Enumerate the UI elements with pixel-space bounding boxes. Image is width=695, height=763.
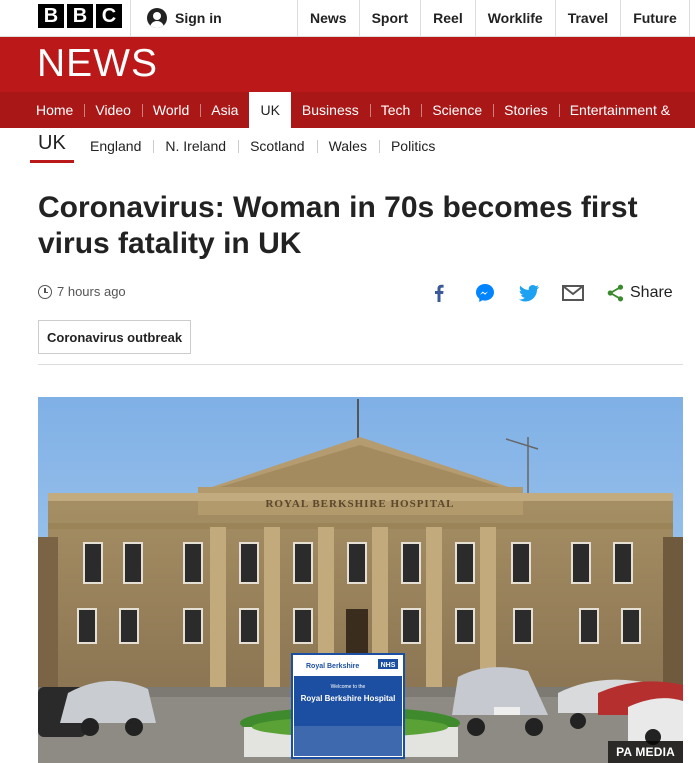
bbc-logo-letter: C bbox=[96, 4, 122, 28]
global-nav-news[interactable]: News bbox=[297, 0, 359, 36]
email-icon[interactable] bbox=[562, 282, 584, 304]
global-nav-more[interactable]: M bbox=[688, 0, 695, 36]
divider bbox=[38, 364, 683, 365]
article-timestamp: 7 hours ago bbox=[57, 284, 126, 299]
twitter-icon[interactable] bbox=[518, 282, 540, 304]
section-nav-home[interactable]: Home bbox=[25, 92, 84, 128]
subnav-wales[interactable]: Wales bbox=[316, 138, 379, 154]
global-header: B B C Sign in News Sport Reel Worklife T… bbox=[0, 0, 695, 37]
subnav-current[interactable]: UK bbox=[30, 132, 74, 163]
article-headline: Coronavirus: Woman in 70s becomes first … bbox=[38, 191, 638, 260]
section-nav-tech[interactable]: Tech bbox=[369, 92, 422, 128]
section-nav-business[interactable]: Business bbox=[291, 92, 370, 128]
facebook-icon[interactable] bbox=[430, 282, 448, 304]
messenger-icon[interactable] bbox=[474, 282, 496, 304]
hero-image: ROYAL BERKSHIRE HOSPITAL Royal Berkshire… bbox=[38, 397, 683, 763]
article-meta: 7 hours ago bbox=[38, 284, 126, 299]
bbc-logo-letter: B bbox=[38, 4, 64, 28]
section-nav-science[interactable]: Science bbox=[421, 92, 493, 128]
section-nav-stories[interactable]: Stories bbox=[493, 92, 559, 128]
signin-label: Sign in bbox=[175, 10, 222, 26]
nhs-badge: NHS bbox=[381, 662, 396, 669]
clock-icon bbox=[38, 284, 52, 299]
share-icon[interactable] bbox=[606, 282, 624, 304]
global-nav-worklife[interactable]: Worklife bbox=[474, 0, 555, 36]
subnav-england[interactable]: England bbox=[78, 138, 153, 154]
sign-title: Royal Berkshire Hospital bbox=[301, 694, 396, 703]
subnav-scotland[interactable]: Scotland bbox=[238, 138, 316, 154]
sub-nav: UK England N. Ireland Scotland Wales Pol… bbox=[0, 128, 695, 164]
image-credit: PA MEDIA bbox=[608, 741, 683, 763]
account-icon bbox=[147, 8, 167, 28]
sign-header: Royal Berkshire bbox=[306, 663, 359, 670]
section-nav-video[interactable]: Video bbox=[84, 92, 142, 128]
subnav-n-ireland[interactable]: N. Ireland bbox=[153, 138, 238, 154]
section-nav-world[interactable]: World bbox=[141, 92, 200, 128]
share-label[interactable]: Share bbox=[630, 284, 673, 302]
global-nav: News Sport Reel Worklife Travel Future M bbox=[297, 0, 695, 36]
global-nav-reel[interactable]: Reel bbox=[420, 0, 475, 36]
bbc-logo[interactable]: B B C bbox=[38, 4, 122, 28]
signin-button[interactable]: Sign in bbox=[130, 0, 297, 36]
topic-tag[interactable]: Coronavirus outbreak bbox=[38, 320, 192, 354]
subnav-politics[interactable]: Politics bbox=[378, 138, 447, 154]
bbc-logo-letter: B bbox=[67, 4, 93, 28]
section-nav-entertainment[interactable]: Entertainment & bbox=[558, 92, 681, 128]
news-banner: NEWS bbox=[0, 37, 695, 92]
section-nav-asia[interactable]: Asia bbox=[200, 92, 249, 128]
global-nav-travel[interactable]: Travel bbox=[554, 0, 620, 36]
sign-welcome: Welcome to the bbox=[331, 684, 366, 690]
section-nav-uk[interactable]: UK bbox=[249, 92, 291, 128]
hospital-photo: ROYAL BERKSHIRE HOSPITAL Royal Berkshire… bbox=[38, 397, 683, 763]
building-inscription: ROYAL BERKSHIRE HOSPITAL bbox=[265, 498, 454, 510]
section-nav: Home Video World Asia UK Business Tech S… bbox=[0, 92, 695, 128]
global-nav-sport[interactable]: Sport bbox=[358, 0, 421, 36]
global-nav-future[interactable]: Future bbox=[620, 0, 689, 36]
news-logo[interactable]: NEWS bbox=[37, 42, 158, 86]
